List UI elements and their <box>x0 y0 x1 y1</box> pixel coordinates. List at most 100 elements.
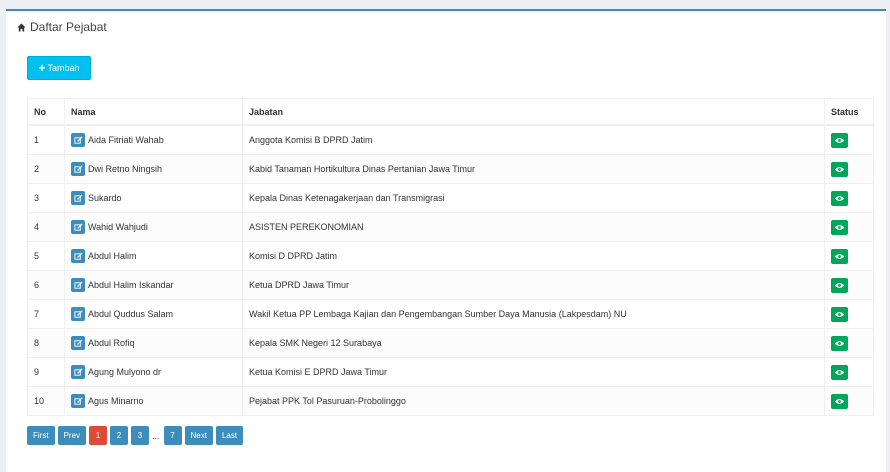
page-button-2[interactable]: 2 <box>110 426 129 445</box>
eye-icon <box>834 137 845 143</box>
row-position: Ketua DPRD Jawa Timur <box>242 270 825 300</box>
add-button[interactable]: + Tambah <box>27 56 91 80</box>
row-name: Abdul Rofiq <box>88 338 135 348</box>
row-name: Dwi Retno Ningsih <box>88 164 163 174</box>
edit-icon[interactable] <box>71 394 85 408</box>
row-number: 8 <box>27 328 65 358</box>
home-icon <box>17 22 26 32</box>
page-button-1[interactable]: 1 <box>89 426 108 445</box>
row-name: Agus Minarno <box>88 396 144 406</box>
eye-icon <box>834 166 845 172</box>
row-position: Komisi D DPRD Jatim <box>242 241 825 271</box>
row-position: Wakil Ketua PP Lembaga Kajian dan Pengem… <box>242 299 825 329</box>
row-number: 6 <box>27 270 65 300</box>
eye-icon <box>834 224 845 230</box>
edit-icon[interactable] <box>71 278 85 292</box>
edit-icon[interactable] <box>71 336 85 350</box>
eye-icon <box>834 282 845 288</box>
pagination: First Prev 1 2 3 ... 7 Next Last <box>27 426 246 445</box>
row-status-cell <box>824 212 874 242</box>
eye-icon <box>834 340 845 346</box>
edit-icon[interactable] <box>71 249 85 263</box>
row-number: 2 <box>27 154 65 184</box>
table-row: 7 Abdul Quddus Salam Wakil Ketua PP Lembag… <box>27 299 874 329</box>
page-button-3[interactable]: 3 <box>131 426 150 445</box>
edit-icon[interactable] <box>71 307 85 321</box>
row-name-cell: Agung Mulyono dr <box>64 357 243 387</box>
status-button[interactable] <box>831 393 848 409</box>
row-name-cell: Agus Minarno <box>64 386 243 416</box>
row-number: 7 <box>27 299 65 329</box>
page-title: Daftar Pejabat <box>30 20 107 34</box>
edit-icon[interactable] <box>71 220 85 234</box>
first-page-button[interactable]: First <box>27 426 55 445</box>
row-status-cell <box>824 154 874 184</box>
row-name: Aida Fitriati Wahab <box>88 135 164 145</box>
row-name: Wahid Wahjudi <box>88 222 148 232</box>
add-button-label: Tambah <box>47 63 80 73</box>
table-row: 1 Aida Fitriati Wahab Anggota Komisi B DPR… <box>27 124 874 155</box>
row-name-cell: Abdul Quddus Salam <box>64 299 243 329</box>
row-name-cell: Dwi Retno Ningsih <box>64 154 243 184</box>
eye-icon <box>834 195 845 201</box>
status-button[interactable] <box>831 364 848 380</box>
row-name: Sukardo <box>88 193 122 203</box>
page-header: Daftar Pejabat <box>17 20 107 34</box>
row-number: 5 <box>27 241 65 271</box>
status-button[interactable] <box>831 190 848 206</box>
content-panel: Daftar Pejabat + Tambah No Nama Jabatan … <box>6 9 886 472</box>
status-button[interactable] <box>831 219 848 235</box>
eye-icon <box>834 369 845 375</box>
row-name: Agung Mulyono dr <box>88 367 162 377</box>
plus-icon: + <box>38 61 46 75</box>
table-row: 4 Wahid Wahjudi ASISTEN PEREKONOMIAN <box>27 212 874 242</box>
edit-icon[interactable] <box>71 133 85 147</box>
table-body: 1 Aida Fitriati Wahab Anggota Komisi B DPR… <box>27 124 874 416</box>
eye-icon <box>834 311 845 317</box>
status-button[interactable] <box>831 132 848 148</box>
column-header-no: No <box>27 98 65 126</box>
row-position: Anggota Komisi B DPRD Jatim <box>242 124 825 155</box>
row-name: Abdul Halim <box>88 251 137 261</box>
edit-icon[interactable] <box>71 162 85 176</box>
eye-icon <box>834 398 845 404</box>
edit-icon[interactable] <box>71 191 85 205</box>
row-name-cell: Aida Fitriati Wahab <box>64 124 243 155</box>
table-row: 3 Sukardo Kepala Dinas Ketenagakerjaan dan… <box>27 183 874 213</box>
table-row: 2 Dwi Retno Ningsih Kabid Tanaman Hortikul… <box>27 154 874 184</box>
table-row: 6 Abdul Halim Iskandar Ketua DPRD Jawa Tim… <box>27 270 874 300</box>
row-name: Abdul Quddus Salam <box>88 309 174 319</box>
row-position: Kepala Dinas Ketenagakerjaan dan Transmi… <box>242 183 825 213</box>
status-button[interactable] <box>831 277 848 293</box>
row-number: 4 <box>27 212 65 242</box>
officials-table: No Nama Jabatan Status 1 Aida Fitriati Wa… <box>27 98 874 416</box>
row-name-cell: Abdul Rofiq <box>64 328 243 358</box>
row-status-cell <box>824 241 874 271</box>
edit-icon[interactable] <box>71 365 85 379</box>
next-page-button[interactable]: Next <box>184 426 213 445</box>
row-status-cell <box>824 328 874 358</box>
status-button[interactable] <box>831 306 848 322</box>
status-button[interactable] <box>831 248 848 264</box>
row-position: ASISTEN PEREKONOMIAN <box>242 212 825 242</box>
status-button[interactable] <box>831 161 848 177</box>
row-number: 9 <box>27 357 65 387</box>
table-row: 8 Abdul Rofiq Kepala SMK Negeri 12 Surabay… <box>27 328 874 358</box>
status-button[interactable] <box>831 335 848 351</box>
row-status-cell <box>824 183 874 213</box>
row-status-cell <box>824 386 874 416</box>
row-name-cell: Sukardo <box>64 183 243 213</box>
prev-page-button[interactable]: Prev <box>57 426 87 445</box>
page-button-7[interactable]: 7 <box>163 426 182 445</box>
row-status-cell <box>824 357 874 387</box>
row-number: 3 <box>27 183 65 213</box>
row-status-cell <box>824 270 874 300</box>
last-page-button[interactable]: Last <box>215 426 244 445</box>
column-header-nama: Nama <box>64 98 243 126</box>
row-number: 1 <box>27 124 65 155</box>
row-position: Kepala SMK Negeri 12 Surabaya <box>242 328 825 358</box>
column-header-status: Status <box>824 98 874 126</box>
row-name-cell: Abdul Halim <box>64 241 243 271</box>
row-status-cell <box>824 299 874 329</box>
row-number: 10 <box>27 386 65 416</box>
